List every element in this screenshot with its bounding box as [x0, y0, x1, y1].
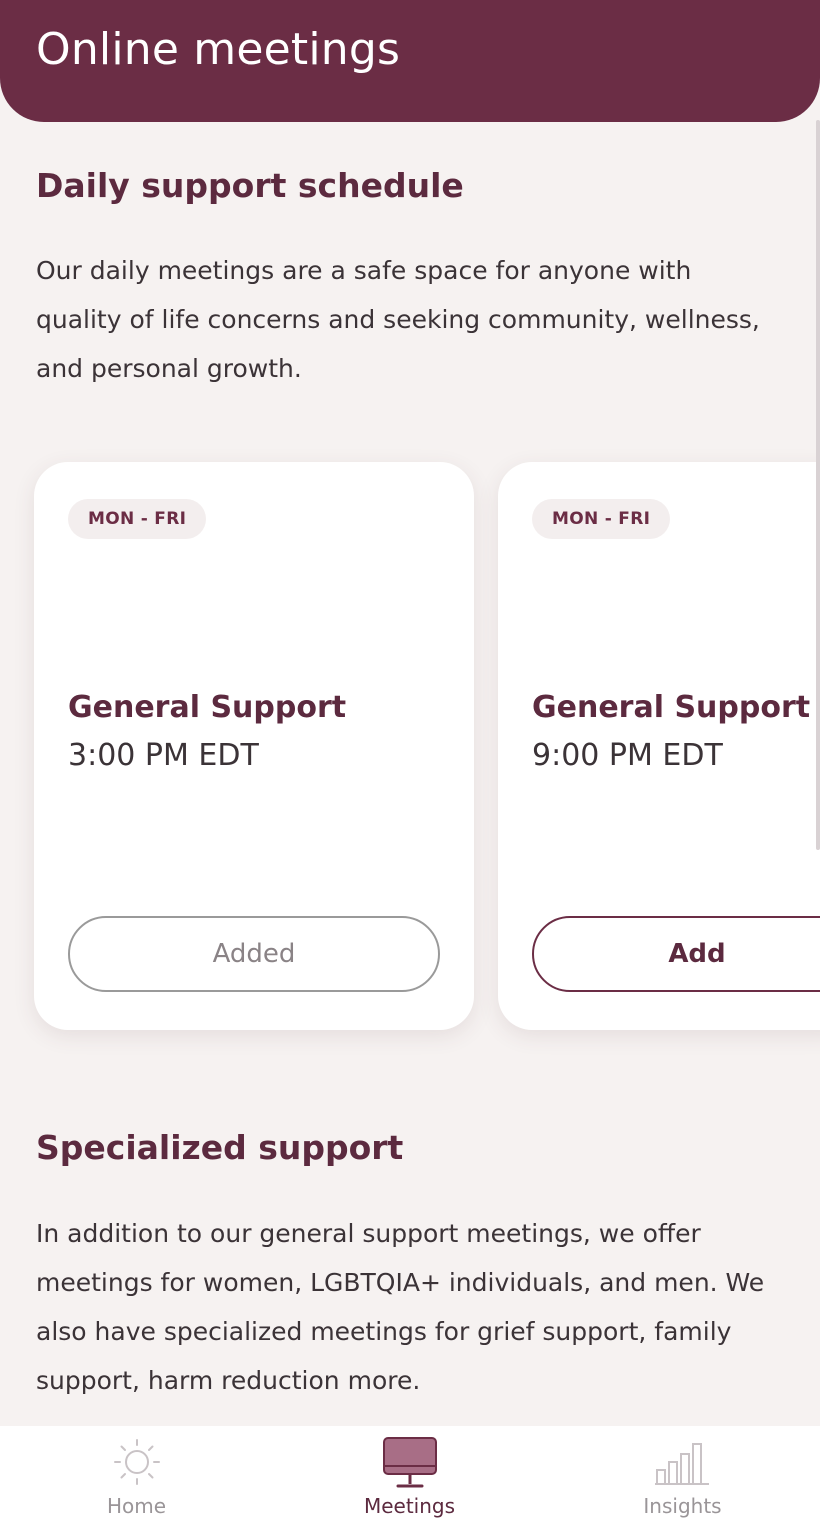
tab-label-meetings: Meetings — [363, 1494, 456, 1518]
days-badge: MON - FRI — [68, 499, 207, 539]
scrollbar[interactable] — [816, 120, 820, 850]
meeting-card: MON - FRI General Support 9:00 PM EDT Ad… — [498, 462, 820, 1030]
bottom-tab-bar: Home Meetings Insights — [0, 1426, 820, 1536]
tab-home[interactable]: Home — [0, 1426, 273, 1536]
add-button[interactable]: Add — [532, 916, 820, 992]
meeting-card: MON - FRI General Support 3:00 PM EDT Ad… — [34, 462, 474, 1030]
specialized-support-heading: Specialized support — [36, 1128, 404, 1167]
daily-schedule-heading: Daily support schedule — [36, 166, 464, 205]
online-meetings-screen: Online meetings Daily support schedule O… — [0, 0, 820, 1536]
page-title: Online meetings — [36, 24, 401, 75]
meeting-time: 9:00 PM EDT — [532, 738, 723, 773]
monitor-icon — [380, 1434, 440, 1496]
tab-meetings[interactable]: Meetings — [273, 1426, 546, 1536]
app-header: Online meetings — [0, 0, 820, 122]
bar-chart-icon — [653, 1434, 713, 1494]
days-badge: MON - FRI — [532, 499, 671, 539]
meeting-title: General Support — [68, 690, 347, 725]
tab-insights[interactable]: Insights — [546, 1426, 819, 1536]
daily-schedule-description: Our daily meetings are a safe space for … — [36, 256, 760, 383]
added-button[interactable]: Added — [68, 916, 440, 992]
tab-label-insights: Insights — [643, 1494, 722, 1518]
meeting-title: General Support — [532, 690, 811, 725]
tab-label-home: Home — [106, 1494, 167, 1518]
sun-icon — [109, 1434, 165, 1494]
specialized-support-description: In addition to our general support meeti… — [36, 1219, 765, 1395]
meeting-time: 3:00 PM EDT — [68, 738, 259, 773]
